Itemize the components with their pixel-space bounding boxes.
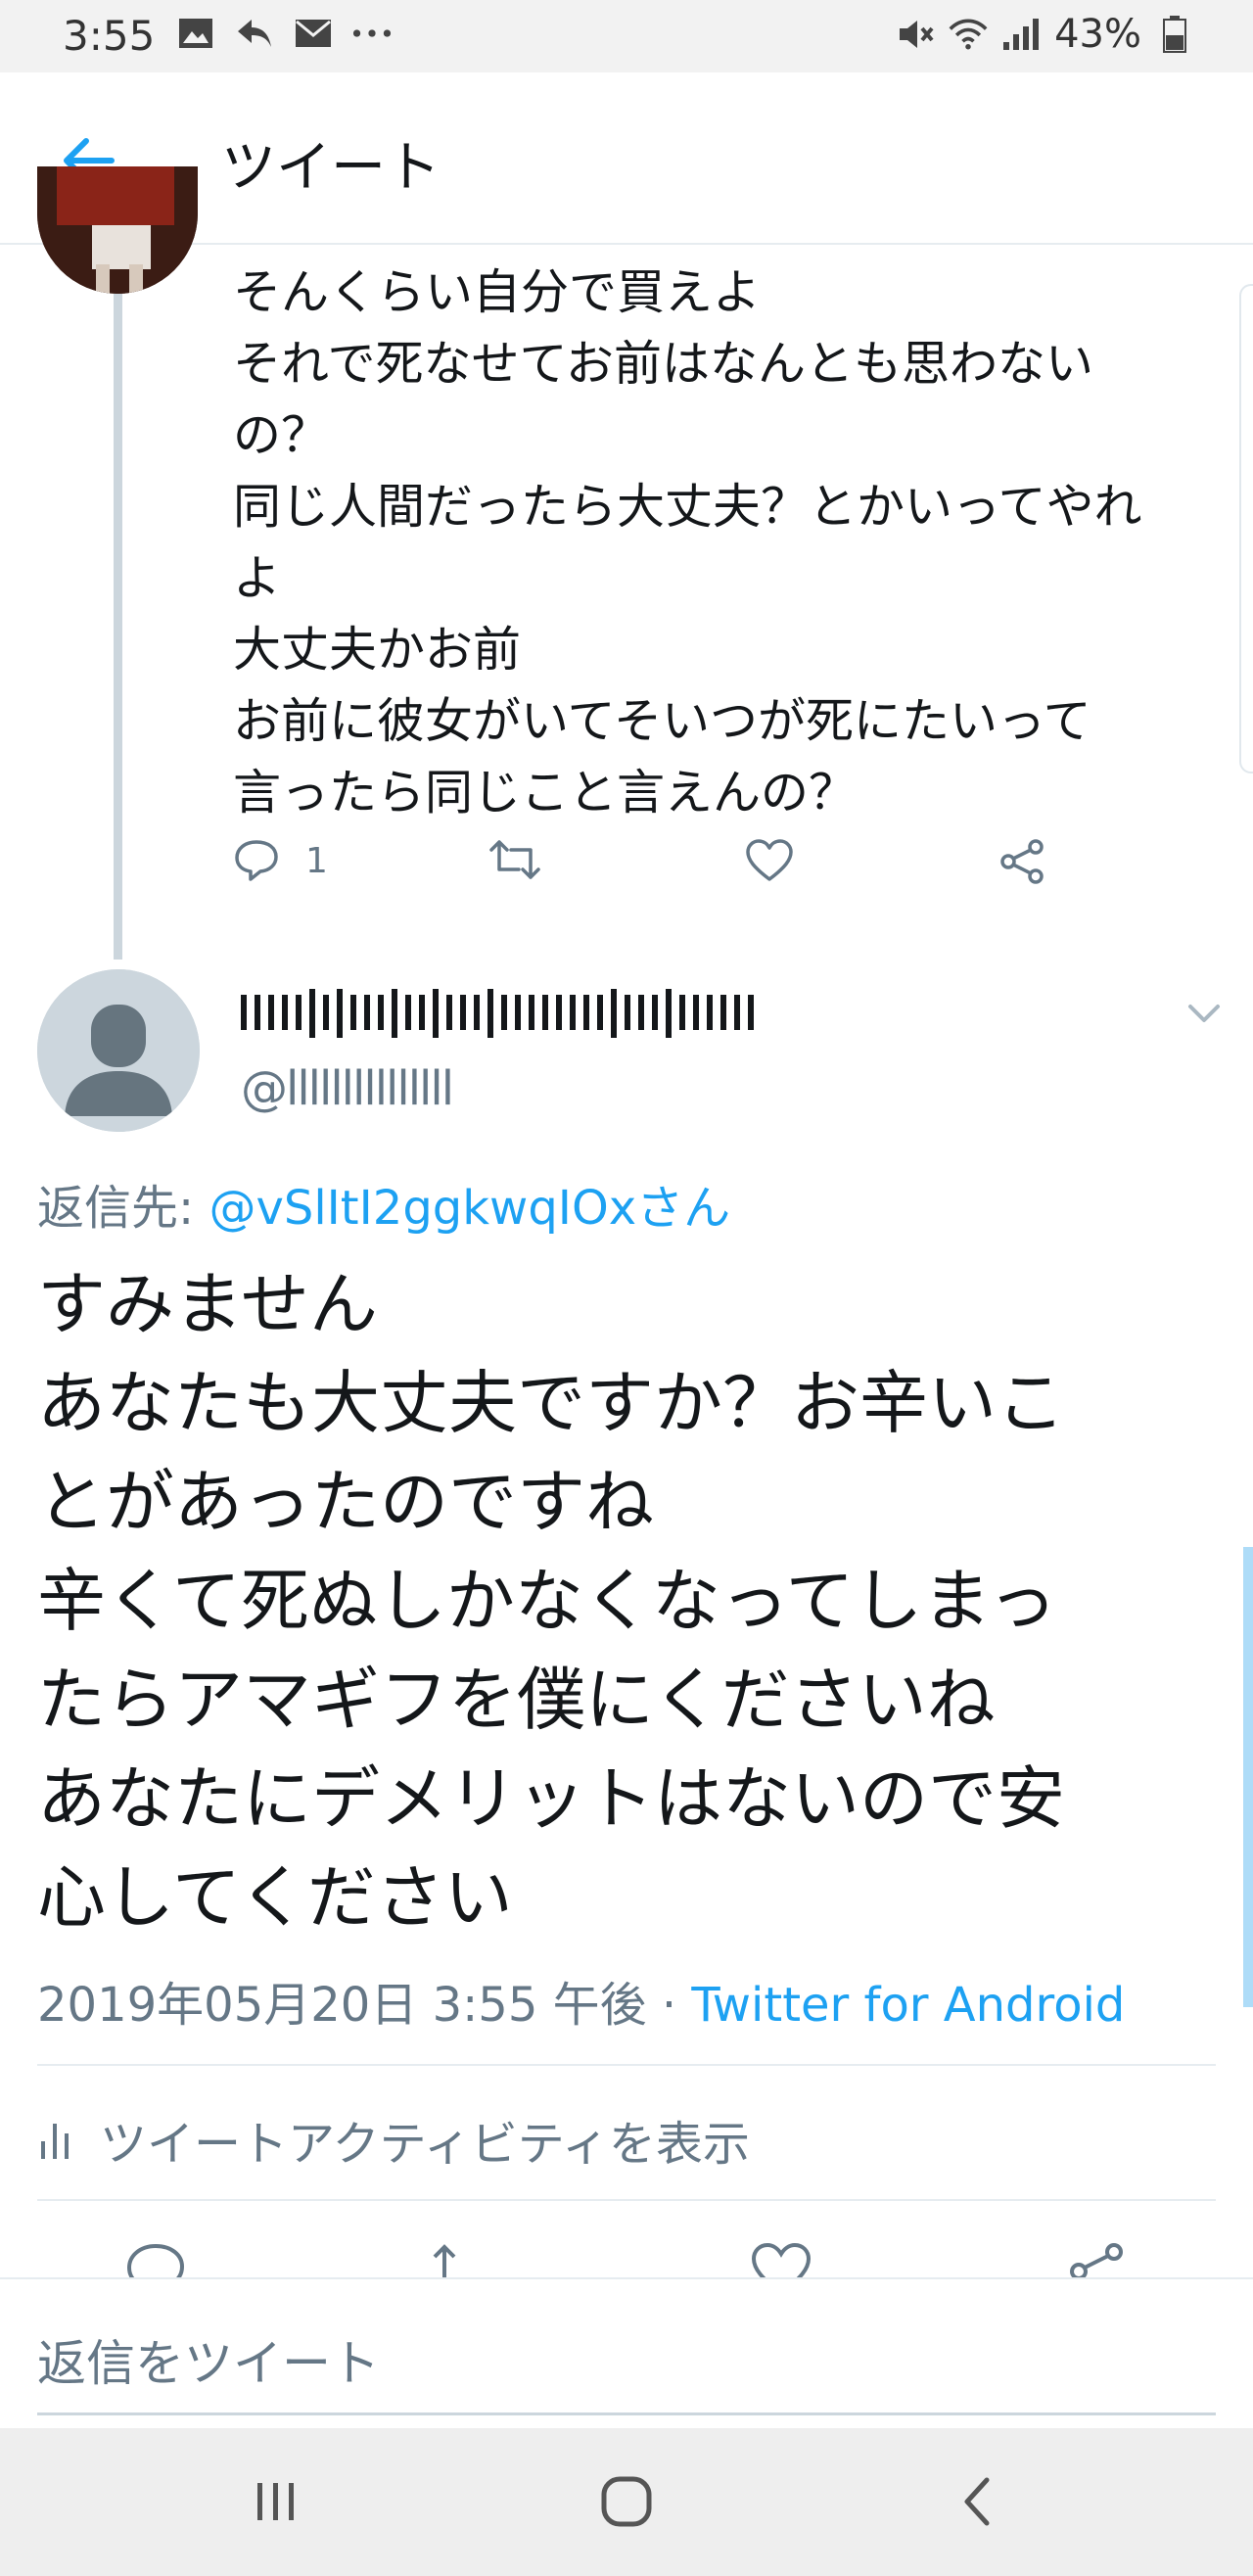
reply-to-line: 返信先: @vSlItI2ggkwqIOxさん	[37, 1169, 730, 1238]
tweet-text-line: あなたにデメリットはないので安	[37, 1758, 1065, 1839]
like-button[interactable]	[750, 2242, 812, 2277]
display-name-glyphs	[241, 989, 754, 1038]
tweet-text-line: 心してください	[37, 1857, 513, 1938]
reply-button[interactable]: 1	[233, 838, 328, 883]
share-button[interactable]	[1065, 2242, 1128, 2277]
tweet-text-line: 同じ人間だったら大丈夫？とかいってやれ	[233, 479, 1142, 535]
tweet-activity-label: ツイートアクティビティを表示	[100, 2117, 750, 2172]
tweet-source-link[interactable]: Twitter for Android	[691, 1978, 1125, 2033]
reply-icon	[235, 840, 278, 881]
tweet-text: すみません あなたも大丈夫ですか？お辛いこ とがあったのですね 辛くて死ぬしかな…	[37, 1255, 1212, 1947]
display-name[interactable]	[241, 987, 828, 1042]
home-icon	[601, 2476, 652, 2527]
reply-to-label: 返信先:	[37, 1181, 209, 1236]
scroll-edge	[1239, 284, 1253, 773]
share-button[interactable]	[997, 838, 1047, 885]
default-avatar-icon	[37, 969, 200, 1132]
previous-tweet-avatar[interactable]	[37, 166, 198, 294]
retweet-icon	[433, 2244, 456, 2277]
heart-icon	[751, 2242, 812, 2277]
tweet-text-line: あなたも大丈夫ですか？お辛いこ	[37, 1363, 1065, 1443]
tweet-text-line: の？	[233, 407, 330, 463]
reply-button[interactable]	[125, 2242, 186, 2277]
tweet-text-line: よ	[233, 550, 282, 606]
battery-percent: 43%	[1054, 12, 1141, 57]
tweet-text-line: 言ったら同じこと言えんの？	[233, 765, 858, 820]
tweet-actions	[0, 2230, 1253, 2277]
share-icon	[1070, 2243, 1123, 2277]
bar-chart-icon	[41, 2124, 69, 2159]
user-handle[interactable]: @lllllllllllllll	[241, 1061, 454, 1116]
avatar[interactable]	[37, 969, 200, 1132]
reply-arrow-icon	[235, 14, 274, 53]
wifi-icon	[949, 15, 988, 54]
like-button[interactable]	[744, 838, 795, 883]
reply-count: 1	[305, 840, 328, 881]
scrollbar[interactable]	[1243, 1547, 1253, 2007]
divider	[37, 2199, 1216, 2201]
retweet-button[interactable]	[487, 838, 542, 881]
recent-apps-button[interactable]	[237, 2467, 315, 2536]
system-nav-bar	[0, 2428, 1253, 2576]
reply-input[interactable]: 返信をツイート	[37, 2324, 380, 2395]
image-icon	[176, 14, 215, 53]
more-dots-icon	[352, 14, 392, 53]
reply-input-underline	[37, 2412, 1216, 2415]
chevron-down-icon	[1188, 1005, 1220, 1022]
tweet-activity-link[interactable]: ツイートアクティビティを表示	[37, 2105, 750, 2174]
tweet-text-line: 大丈夫かお前	[233, 622, 522, 678]
retweet-button[interactable]	[429, 2242, 497, 2277]
retweet-icon	[489, 840, 540, 879]
reply-composer: 返信をツイート	[0, 2277, 1253, 2428]
tweet-timestamp: 2019年05月20日 3:55 午後 ·	[37, 1978, 692, 2033]
recent-apps-icon	[257, 2483, 294, 2520]
tweet-menu-button[interactable]	[1181, 995, 1228, 1034]
tweet-text-line: たらアマギフを僕にくださいね	[37, 1660, 996, 1740]
reply-icon	[126, 2243, 185, 2277]
previous-tweet-text: そんくらい自分で買えよ それで死なせてお前はなんとも思わない の？ 同じ人間だっ…	[233, 257, 1212, 828]
signal-icon	[1001, 15, 1041, 54]
status-time: 3:55	[63, 12, 156, 60]
battery-icon	[1155, 15, 1194, 54]
thread-connector-line	[114, 294, 122, 960]
home-button[interactable]	[587, 2467, 666, 2536]
mute-icon	[896, 15, 935, 54]
heart-icon	[746, 839, 793, 881]
tweet-text-line: それで死なせてお前はなんとも思わない	[233, 336, 1094, 392]
tweet-text-line: すみません	[37, 1264, 378, 1344]
tweet-text-line: そんくらい自分で買えよ	[233, 264, 762, 320]
tweet-text-line: お前に彼女がいてそいつが死にたいって	[233, 693, 1091, 749]
tweet-text-line: 辛くて死ぬしかなくなってしまっ	[37, 1561, 1057, 1641]
previous-tweet-actions: 1	[233, 838, 1075, 907]
mail-icon	[294, 14, 333, 53]
status-bar: 3:55 43%	[0, 0, 1253, 72]
share-icon	[1000, 839, 1044, 884]
tweet-text-line: とがあったのですね	[37, 1462, 654, 1542]
divider	[37, 2064, 1216, 2066]
reply-to-mention-link[interactable]: @vSlItI2ggkwqIOxさん	[209, 1181, 730, 1236]
back-nav-icon	[964, 2477, 990, 2526]
page-title: ツイート	[221, 136, 441, 200]
back-nav-button[interactable]	[938, 2467, 1016, 2536]
notification-icons	[176, 14, 392, 53]
system-status-icons: 43%	[896, 12, 1194, 57]
tweet-meta: 2019年05月20日 3:55 午後 · Twitter for Androi…	[37, 1966, 1125, 2035]
